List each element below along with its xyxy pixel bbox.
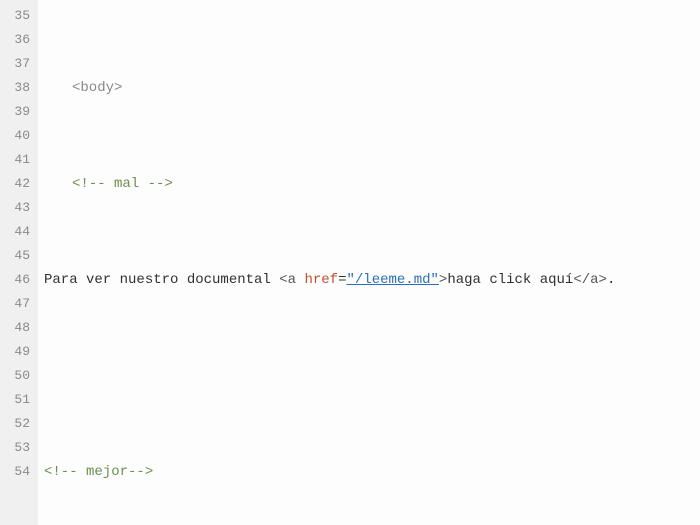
- line-number: 40: [4, 124, 30, 148]
- html-comment: <!-- mal -->: [72, 176, 173, 192]
- code-line[interactable]: <!-- mal -->: [44, 172, 700, 196]
- line-number: 53: [4, 436, 30, 460]
- line-number: 51: [4, 388, 30, 412]
- code-line[interactable]: Para ver nuestro documental <a href="/le…: [44, 268, 700, 292]
- line-number: 46: [4, 268, 30, 292]
- line-number: 37: [4, 52, 30, 76]
- line-number: 44: [4, 220, 30, 244]
- line-number: 43: [4, 196, 30, 220]
- line-number: 41: [4, 148, 30, 172]
- line-number: 45: [4, 244, 30, 268]
- line-number: 42: [4, 172, 30, 196]
- line-number: 36: [4, 28, 30, 52]
- code-line-empty[interactable]: [44, 364, 700, 388]
- line-number: 35: [4, 4, 30, 28]
- line-number: 49: [4, 340, 30, 364]
- tag-close: </a>: [573, 272, 607, 288]
- line-number: 54: [4, 460, 30, 484]
- line-number-gutter: 35 36 37 38 39 40 41 42 43 44 45 46 47 4…: [0, 0, 38, 525]
- line-number: 52: [4, 412, 30, 436]
- line-number: 39: [4, 100, 30, 124]
- line-number: 48: [4, 316, 30, 340]
- code-line[interactable]: <body>: [44, 76, 700, 100]
- attr-value: "/leeme.md": [346, 272, 438, 288]
- text: Para ver nuestro documental: [44, 272, 279, 288]
- text: .: [607, 272, 615, 288]
- code-line[interactable]: <!-- mejor-->: [44, 460, 700, 484]
- line-number: 38: [4, 76, 30, 100]
- line-number: 50: [4, 364, 30, 388]
- html-comment: <!-- mejor-->: [44, 464, 153, 480]
- tag-body-open: <body>: [72, 80, 122, 96]
- attr-name: href: [304, 272, 338, 288]
- code-editor-area[interactable]: <body> <!-- mal --> Para ver nuestro doc…: [38, 0, 700, 525]
- tag-open: <a: [279, 272, 304, 288]
- line-number: 47: [4, 292, 30, 316]
- link-text: haga click aquí: [447, 272, 573, 288]
